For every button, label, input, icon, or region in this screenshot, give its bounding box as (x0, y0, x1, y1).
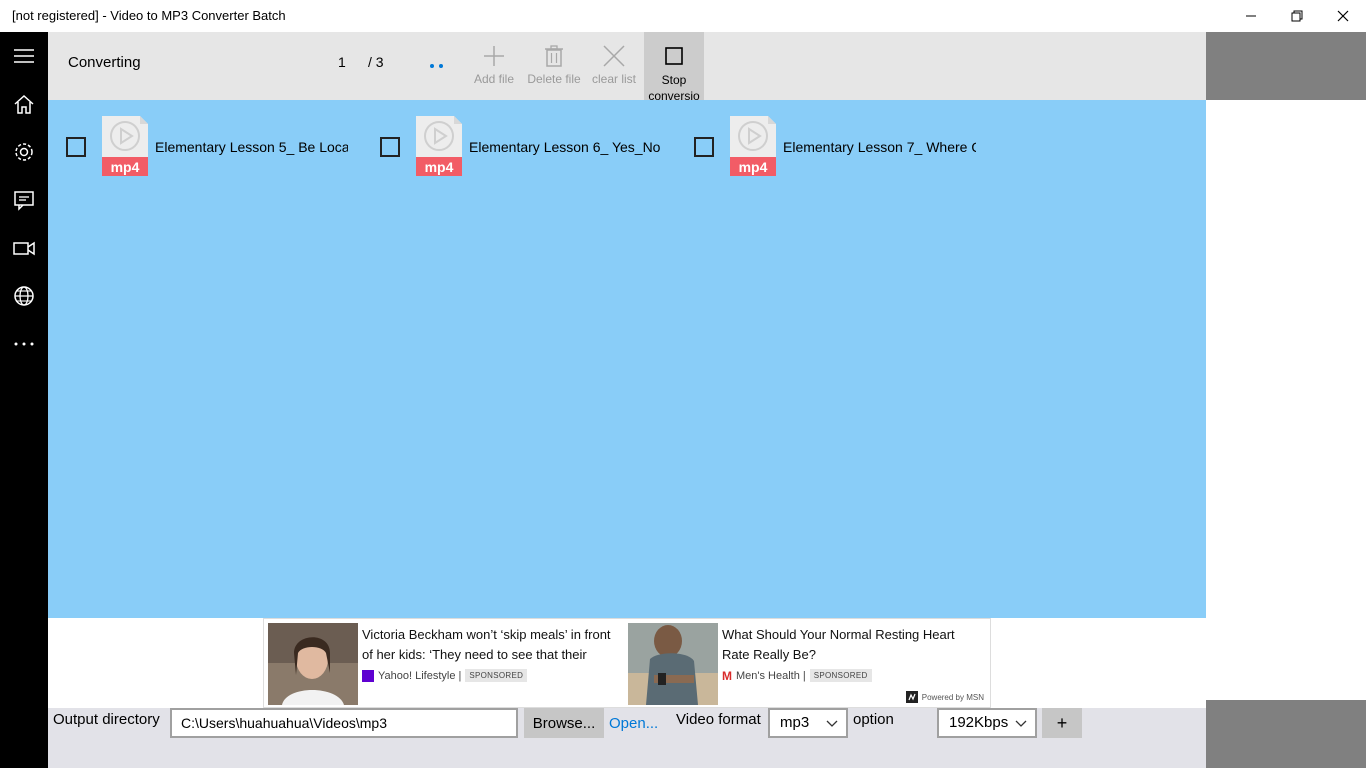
open-link[interactable]: Open... (609, 715, 658, 732)
file-name: Elementary Lesson 7_ Where Q (783, 139, 976, 155)
format-select[interactable]: mp3 (768, 708, 848, 738)
chevron-down-icon (826, 720, 838, 727)
file-checkbox[interactable] (694, 137, 714, 157)
chevron-down-icon (1015, 720, 1027, 727)
settings-icon (15, 143, 33, 161)
ad-banner-area: Victoria Beckham won’t ‘skip meals’ in f… (48, 618, 1206, 708)
clear-list-label: clear list (591, 72, 636, 86)
nav-video[interactable] (0, 226, 48, 270)
delete-file-label: Delete file (527, 72, 581, 86)
mp4-file-icon: mp4 (730, 116, 776, 176)
home-icon (14, 94, 34, 114)
file-item[interactable]: mp4 Elementary Lesson 6_ Yes_No C (362, 100, 662, 176)
status-text: Converting (68, 54, 141, 71)
output-directory-label: Output directory (53, 711, 160, 728)
add-option-button[interactable]: + (1042, 708, 1082, 738)
globe-icon (14, 286, 34, 306)
side-nav (0, 32, 48, 768)
ad-source-name: Men's Health | (736, 669, 806, 682)
sponsored-badge: SPONSORED (465, 669, 528, 682)
ad-banner[interactable]: Victoria Beckham won’t ‘skip meals’ in f… (263, 618, 991, 708)
msn-logo-icon (905, 691, 918, 703)
option-label: option (853, 711, 894, 728)
sponsored-badge: SPONSORED (809, 669, 872, 682)
file-checkbox[interactable] (66, 137, 86, 157)
bottom-bar: Output directory Browse... Open... Video… (48, 708, 1206, 768)
add-file-button[interactable]: Add file (464, 32, 524, 100)
file-name: Elementary Lesson 5_ Be Loca (155, 139, 348, 155)
video-camera-icon (13, 241, 35, 256)
mens-health-logo-icon: M (722, 668, 732, 683)
hamburger-menu-button[interactable] (0, 34, 48, 78)
nav-more[interactable] (0, 322, 48, 366)
powered-by-msn: Powered by MSN (905, 691, 984, 703)
output-directory-input[interactable] (170, 708, 518, 738)
right-panel-bottom (1206, 700, 1366, 768)
feedback-icon (14, 191, 34, 211)
mp4-file-icon: mp4 (102, 116, 148, 176)
mp4-file-icon: mp4 (416, 116, 462, 176)
close-icon (1337, 10, 1349, 22)
ad-source: Yahoo! Lifestyle | SPONSORED (362, 669, 528, 682)
ad-source-name: Yahoo! Lifestyle | (378, 669, 462, 682)
powered-by-text: Powered by MSN (921, 692, 984, 702)
plus-icon (484, 46, 504, 66)
svg-text:mp4: mp4 (425, 159, 454, 175)
file-name: Elementary Lesson 6_ Yes_No C (469, 139, 662, 155)
nav-home[interactable] (0, 82, 48, 126)
current-file-number: 1 (338, 54, 346, 70)
minimize-button[interactable] (1228, 0, 1274, 32)
total-file-count: / 3 (368, 54, 384, 70)
minimize-icon (1246, 15, 1256, 17)
clear-list-button[interactable]: clear list (584, 32, 644, 100)
command-bar: Converting 1 / 3 Add file Delete file cl… (48, 32, 1206, 100)
delete-file-button[interactable]: Delete file (524, 32, 584, 100)
hamburger-menu-icon (14, 49, 34, 63)
svg-text:mp4: mp4 (739, 159, 768, 175)
close-button[interactable] (1320, 0, 1366, 32)
right-panel-top (1206, 32, 1366, 100)
nav-settings[interactable] (0, 130, 48, 174)
right-panel (1206, 100, 1366, 700)
stop-conversion-button[interactable]: Stop conversio (644, 32, 704, 100)
restore-button[interactable] (1274, 0, 1320, 32)
ad-source: M Men's Health | SPONSORED (722, 669, 872, 682)
window-title: [not registered] - Video to MP3 Converte… (12, 8, 286, 23)
file-item[interactable]: mp4 Elementary Lesson 7_ Where Q (676, 100, 976, 176)
yahoo-logo-icon (362, 669, 374, 682)
browse-button[interactable]: Browse... (524, 708, 604, 738)
file-list: mp4 Elementary Lesson 5_ Be Loca mp4 Ele… (48, 100, 1206, 618)
ad-image-runner[interactable] (628, 623, 718, 705)
file-checkbox[interactable] (380, 137, 400, 157)
trash-icon (545, 45, 563, 67)
title-bar: [not registered] - Video to MP3 Converte… (0, 0, 1366, 32)
restore-icon (1291, 10, 1303, 22)
app-window: [not registered] - Video to MP3 Converte… (0, 0, 1366, 768)
more-icon (14, 342, 34, 346)
ad-headline[interactable]: Victoria Beckham won’t ‘skip meals’ in f… (362, 625, 622, 665)
format-select-value: mp3 (780, 714, 810, 731)
nav-web[interactable] (0, 274, 48, 318)
svg-text:mp4: mp4 (111, 159, 140, 175)
add-file-label: Add file (473, 72, 515, 86)
video-format-label: Video format (676, 711, 761, 728)
bitrate-select[interactable]: 192Kbps (937, 708, 1037, 738)
nav-feedback[interactable] (0, 178, 48, 222)
stop-conversion-label: Stop conversio (648, 73, 700, 100)
ad-image-portrait[interactable] (268, 623, 358, 705)
stop-square-icon (665, 47, 683, 65)
clear-x-icon (603, 45, 625, 67)
bitrate-select-value: 192Kbps (949, 714, 1009, 731)
ad-headline[interactable]: What Should Your Normal Resting Heart Ra… (722, 625, 982, 665)
file-item[interactable]: mp4 Elementary Lesson 5_ Be Loca (48, 100, 348, 176)
progress-indicator (430, 64, 446, 68)
